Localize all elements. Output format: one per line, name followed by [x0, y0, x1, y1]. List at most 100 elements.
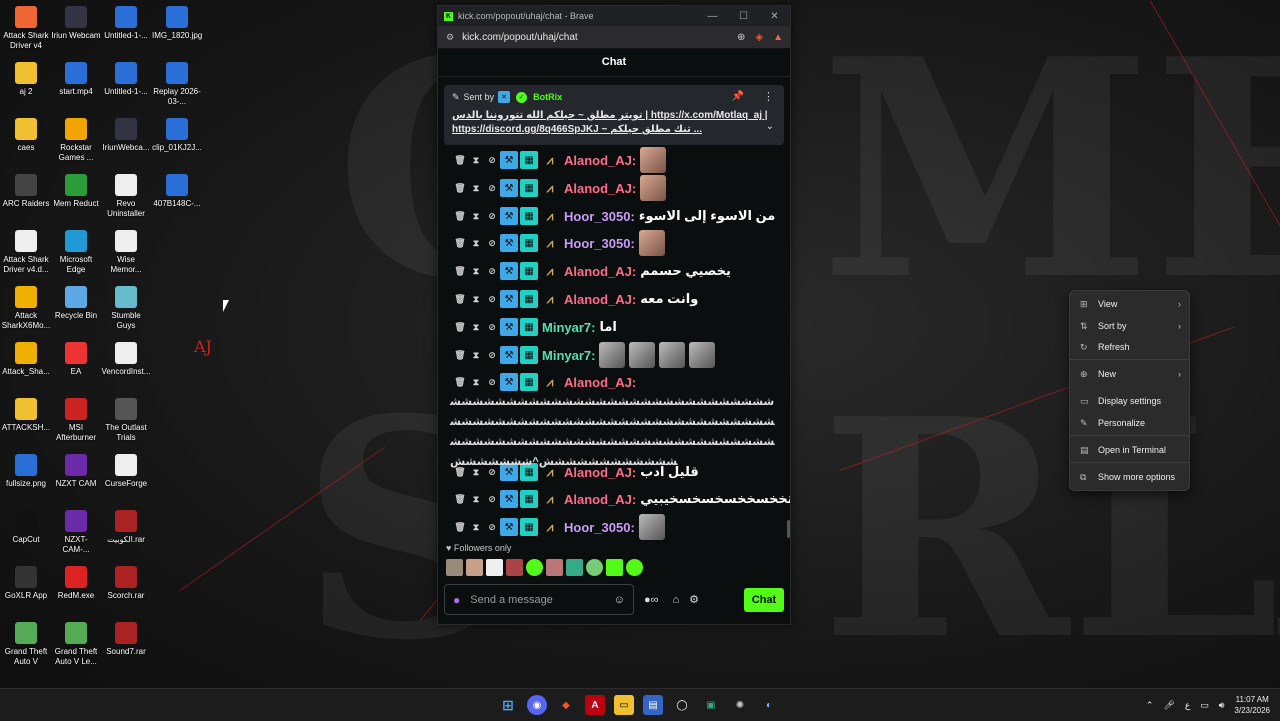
- desktop-icon[interactable]: EA: [51, 342, 101, 377]
- chat-emote[interactable]: [629, 342, 656, 368]
- emote[interactable]: [546, 559, 563, 576]
- desktop-icon[interactable]: الكوبيت.rar: [101, 510, 151, 545]
- url-text[interactable]: kick.com/popout/uhaj/chat: [462, 32, 578, 43]
- desktop-icon[interactable]: Untitled-1-...: [101, 62, 151, 97]
- desktop-icon[interactable]: Revo Uninstaller: [101, 174, 151, 219]
- chat-username[interactable]: Alanod_AJ:: [564, 492, 636, 507]
- desktop-icon[interactable]: Scorch.rar: [101, 566, 151, 601]
- microphone-icon[interactable]: ●: [453, 593, 460, 607]
- brave-browser-icon[interactable]: ◆: [556, 695, 576, 715]
- context-menu-item[interactable]: ⧉ Show more options: [1070, 468, 1189, 486]
- file-explorer-icon[interactable]: ▭: [614, 695, 634, 715]
- chat-emote[interactable]: [599, 342, 626, 368]
- chat-emote[interactable]: [640, 147, 667, 173]
- ban-icon[interactable]: ⊘: [484, 377, 500, 388]
- chat-emote[interactable]: [638, 230, 665, 256]
- chat-emote[interactable]: [640, 175, 667, 201]
- desktop-icon[interactable]: VencordInst...: [101, 342, 151, 377]
- desktop-icon[interactable]: MSI Afterburner: [51, 398, 101, 443]
- desktop-icon[interactable]: Stumble Guys: [101, 286, 151, 331]
- desktop-icon[interactable]: Wise Memor...: [101, 230, 151, 275]
- desktop-icon[interactable]: IriunWebca...: [101, 118, 151, 153]
- minimize-button[interactable]: —: [697, 11, 728, 22]
- delete-icon[interactable]: 🗑: [452, 350, 468, 361]
- context-menu-item[interactable]: ⇅ Sort by ›: [1070, 317, 1189, 335]
- chat-message[interactable]: 🗑 ⧗ ⊘ ⚒ ▦ ⩘ Alanod_AJ: تخخسخخسخسخسخيبيي: [452, 485, 790, 513]
- context-menu-item[interactable]: ▤ Open in Terminal: [1070, 441, 1189, 459]
- close-button[interactable]: ✕: [759, 11, 790, 22]
- chat-username[interactable]: Alanod_AJ:: [564, 264, 636, 279]
- chat-username[interactable]: Alanod_AJ:: [564, 153, 636, 168]
- context-menu-item[interactable]: ✎ Personalize: [1070, 414, 1189, 432]
- desktop-icon[interactable]: Recycle Bin: [51, 286, 101, 321]
- timeout-icon[interactable]: ⧗: [468, 377, 484, 388]
- start-button-icon[interactable]: ⊞: [498, 695, 518, 715]
- emote[interactable]: [446, 559, 463, 576]
- ban-icon[interactable]: ⊘: [484, 266, 500, 277]
- desktop-icon[interactable]: caes: [1, 118, 51, 153]
- steam-icon[interactable]: ◐: [759, 695, 779, 715]
- pinned-text-line2[interactable]: https://discord.gg/8q466SpJKJ ~ تنك مطلق…: [452, 123, 776, 137]
- emote[interactable]: [526, 559, 543, 576]
- desktop-icon[interactable]: fullsize.png: [1, 454, 51, 489]
- desktop-icon[interactable]: aj 2: [1, 62, 51, 97]
- context-menu-item[interactable]: ↻ Refresh: [1070, 338, 1189, 356]
- desktop-icon[interactable]: Attack SharkX6Mo...: [1, 286, 51, 331]
- chat-username[interactable]: Alanod_AJ:: [564, 181, 636, 196]
- desktop-icon[interactable]: Rockstar Games ...: [51, 118, 101, 163]
- ban-icon[interactable]: ⊘: [484, 322, 500, 333]
- volume-icon[interactable]: 🔊︎: [1219, 700, 1225, 711]
- chat-message[interactable]: 🗑 ⧗ ⊘ ⚒ ▦ ⩘ Alanod_AJ:: [452, 146, 667, 174]
- ban-icon[interactable]: ⊘: [484, 211, 500, 222]
- steam-alt-icon[interactable]: ✺: [730, 695, 750, 715]
- desktop-icon[interactable]: Sound7.rar: [101, 622, 151, 657]
- context-menu-item[interactable]: ▭ Display settings: [1070, 392, 1189, 410]
- ban-icon[interactable]: ⊘: [484, 238, 500, 249]
- timeout-icon[interactable]: ⧗: [468, 211, 484, 222]
- desktop-icon[interactable]: ARC Raiders: [1, 174, 51, 209]
- network-icon[interactable]: ▭: [1200, 700, 1209, 711]
- bot-name[interactable]: BotRix: [533, 92, 562, 102]
- pinned-message[interactable]: ✎ Sent by ✕ ✓ BotRix تويتر مطلق ~ حيلكم …: [444, 85, 784, 145]
- address-bar[interactable]: ⚙ kick.com/popout/uhaj/chat ⊕ ◈ ▲: [438, 26, 790, 49]
- chat-emote[interactable]: [659, 342, 686, 368]
- chat-message[interactable]: 🗑 ⧗ ⊘ ⚒ ▦ ⩘ Hoor_3050:: [452, 513, 665, 541]
- timeout-icon[interactable]: ⧗: [468, 494, 484, 505]
- emote[interactable]: [566, 559, 583, 576]
- more-options-icon[interactable]: ⋮: [763, 90, 774, 103]
- desktop-icon[interactable]: Mem Reduct: [51, 174, 101, 209]
- chat-rules-icon[interactable]: ●∞: [644, 594, 659, 606]
- chat-username[interactable]: Hoor_3050:: [564, 520, 635, 535]
- emote[interactable]: [606, 559, 623, 576]
- chat-messages[interactable]: ✎ Sent by ✕ ✓ BotRix تويتر مطلق ~ حيلكم …: [438, 78, 790, 543]
- desktop-icon[interactable]: ATTACKSH...: [1, 398, 51, 433]
- tray-overflow-icon[interactable]: ⌃: [1146, 700, 1154, 711]
- timeout-icon[interactable]: ⧗: [468, 294, 484, 305]
- maximize-button[interactable]: ☐: [728, 11, 759, 22]
- site-settings-icon[interactable]: ⚙: [446, 32, 454, 43]
- chat-message[interactable]: 🗑 ⧗ ⊘ ⚒ ▦ ⩘ Alanod_AJ: وانت معه: [452, 285, 698, 313]
- chat-username[interactable]: Alanod_AJ:: [564, 292, 636, 307]
- unpin-icon[interactable]: 📌: [732, 91, 744, 102]
- desktop-icon[interactable]: 407B148C-...: [152, 174, 202, 209]
- terminal-app-icon[interactable]: ▣: [701, 695, 721, 715]
- delete-icon[interactable]: 🗑: [452, 377, 468, 388]
- ban-icon[interactable]: ⊘: [484, 294, 500, 305]
- ban-icon[interactable]: ⊘: [484, 183, 500, 194]
- chat-message[interactable]: 🗑 ⧗ ⊘ ⚒ ▦ ⩘ Hoor_3050:: [452, 229, 665, 257]
- chat-username[interactable]: Hoor_3050:: [564, 236, 635, 251]
- context-menu-item[interactable]: ⊕ New ›: [1070, 365, 1189, 383]
- chat-message[interactable]: 🗑 ⧗ ⊘ ⚒ ▦ ⩘ Alanod_AJ:: [452, 174, 667, 202]
- emoji-picker-icon[interactable]: ☺: [614, 594, 625, 606]
- chat-message[interactable]: 🗑 ⧗ ⊘ ⚒ ▦ ⩘ Alanod_AJ: يخصيي حسمم: [452, 257, 731, 285]
- desktop-icon[interactable]: Microsoft Edge: [51, 230, 101, 275]
- store-app-icon[interactable]: ▤: [643, 695, 663, 715]
- ban-icon[interactable]: ⊘: [484, 350, 500, 361]
- timeout-icon[interactable]: ⧗: [468, 155, 484, 166]
- brave-shield-icon[interactable]: ◈: [755, 32, 763, 43]
- settings-gear-icon[interactable]: ⚙: [689, 593, 699, 606]
- timeout-icon[interactable]: ⧗: [468, 350, 484, 361]
- desktop-icon[interactable]: Replay 2026-03-...: [152, 62, 202, 107]
- desktop-icon[interactable]: CurseForge: [101, 454, 151, 489]
- zoom-icon[interactable]: ⊕: [737, 32, 745, 43]
